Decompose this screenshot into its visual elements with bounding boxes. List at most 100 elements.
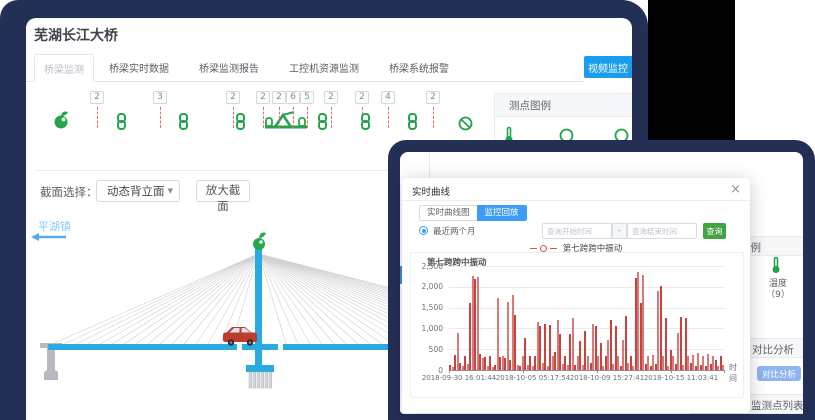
gridline bbox=[449, 328, 725, 329]
section-select-label: 截面选择： bbox=[40, 184, 98, 200]
bridge-sensor-cluster-icon[interactable] bbox=[263, 110, 309, 132]
points-list-label: 监测点列表 bbox=[751, 398, 804, 413]
secondary-window-frame: 测点图例 温度 （9） 对比分析 对比分析 监测点列表 实时曲线 × 实时曲线图… bbox=[388, 140, 815, 420]
vibration-bar bbox=[722, 365, 724, 370]
x-tick-label: 2018-10-15 11:03:41 bbox=[644, 374, 718, 382]
vibration-bar bbox=[572, 318, 574, 370]
chain-link-sensor-icon[interactable] bbox=[177, 113, 190, 130]
sensor-count-badge: 2 bbox=[355, 91, 369, 104]
y-tick-label: 500 bbox=[411, 345, 443, 354]
sensor-dash-line bbox=[433, 107, 434, 128]
main-tab-3[interactable]: 桥梁监测报告 bbox=[184, 54, 274, 81]
legend-line bbox=[550, 248, 557, 249]
y-tick-label: 1,500 bbox=[411, 303, 443, 312]
chart-plot-area bbox=[449, 266, 725, 371]
gridline bbox=[449, 308, 725, 309]
sensor-dash-line bbox=[293, 107, 294, 128]
screenshot-canvas: 芜湖长江大桥 桥梁监测桥梁实时数据桥梁监测报告工控机资源监测桥梁系统报警 视频监… bbox=[0, 0, 815, 420]
sensor-count-badge: 2 bbox=[324, 91, 338, 104]
sensor-count-badge: 2 bbox=[272, 91, 286, 104]
chain-link-sensor-icon[interactable] bbox=[234, 113, 247, 130]
sensor-dash-line bbox=[388, 107, 389, 128]
x-axis-tick bbox=[449, 370, 450, 373]
sensor-count-badge: 6 bbox=[286, 91, 300, 104]
close-icon[interactable]: × bbox=[730, 182, 741, 197]
gridline bbox=[449, 266, 725, 267]
sensor-count-badge: 3 bbox=[153, 91, 167, 104]
bridge-deck bbox=[48, 344, 237, 350]
legend-line bbox=[530, 248, 537, 249]
anemometer-icon[interactable] bbox=[53, 110, 71, 130]
tower-piles bbox=[249, 372, 272, 388]
modal-title: 实时曲线 bbox=[412, 184, 450, 198]
zoom-section-button[interactable]: 放大截面 bbox=[196, 180, 250, 202]
tower-top-sensor-icon[interactable] bbox=[253, 233, 266, 250]
chain-link-sensor-icon[interactable] bbox=[115, 113, 128, 130]
legend-panel-header: 测点图例 bbox=[494, 93, 632, 117]
modal-tab-1[interactable]: 实时曲线图 bbox=[419, 205, 477, 221]
sensor-count-badge: 2 bbox=[226, 91, 240, 104]
y-tick-label: 2,500 bbox=[411, 262, 443, 271]
y-tick-label: 1,000 bbox=[411, 324, 443, 333]
x-axis-tick bbox=[523, 370, 524, 373]
video-monitor-button[interactable]: 视频监控 bbox=[584, 56, 632, 78]
x-tick-label: 2018-09-30 16:01:44 bbox=[422, 374, 496, 382]
main-tabbar: 桥梁监测桥梁实时数据桥梁监测报告工控机资源监测桥梁系统报警 bbox=[26, 54, 584, 82]
x-tick-label: 2018-10-09 15:27:41 bbox=[570, 374, 644, 382]
radio-label: 最近两个月 bbox=[433, 225, 476, 237]
vibration-bar bbox=[665, 318, 667, 370]
chevron-down-icon: ▼ bbox=[168, 187, 173, 195]
temperature-count: （9） bbox=[758, 287, 798, 300]
bridge-tower bbox=[255, 248, 262, 371]
car-icon bbox=[223, 327, 257, 346]
content-divider bbox=[429, 152, 430, 178]
sensor-dash-line bbox=[97, 107, 98, 128]
gridline bbox=[449, 287, 725, 288]
last-two-months-radio[interactable] bbox=[419, 226, 428, 235]
main-tab-4[interactable]: 工控机资源监测 bbox=[274, 54, 374, 81]
page-title: 芜湖长江大桥 bbox=[34, 25, 118, 45]
sensor-dash-line bbox=[263, 107, 264, 128]
sensor-count-badge: 5 bbox=[300, 91, 314, 104]
main-tab-2[interactable]: 桥梁实时数据 bbox=[94, 54, 184, 81]
chain-link-sensor-icon[interactable] bbox=[406, 113, 419, 130]
vibration-bar bbox=[680, 317, 682, 370]
query-button[interactable]: 查询 bbox=[703, 223, 726, 239]
no-entry-icon[interactable] bbox=[458, 116, 473, 131]
query-end-time-input[interactable] bbox=[627, 223, 697, 239]
x-axis-tick bbox=[671, 370, 672, 373]
thermometer-icon[interactable] bbox=[769, 256, 783, 274]
main-tab-5[interactable]: 桥梁系统报警 bbox=[374, 54, 464, 81]
compare-header-label: 对比分析 bbox=[752, 342, 794, 357]
vibration-chart: 第七跨跨中振动 时间 2,5002,0001,5001,00050002018-… bbox=[410, 252, 744, 398]
chain-link-sensor-icon[interactable] bbox=[359, 113, 372, 130]
modal-header: 实时曲线 × bbox=[402, 178, 750, 201]
desktop-black-area bbox=[648, 0, 735, 141]
legend-panel-title: 测点图例 bbox=[509, 98, 551, 113]
main-tab-1[interactable]: 桥梁监测 bbox=[34, 54, 94, 82]
vibration-bar bbox=[514, 315, 516, 370]
x-axis-name: 时间 bbox=[729, 362, 743, 384]
sensor-dash-line bbox=[307, 107, 308, 128]
sensor-count-badge: 2 bbox=[90, 91, 104, 104]
modal-tab-2[interactable]: 监控回放 bbox=[477, 205, 527, 221]
vibration-bar bbox=[625, 316, 627, 371]
vibration-bar bbox=[642, 275, 644, 370]
vibration-bar bbox=[544, 324, 546, 370]
modal-tab-group: 实时曲线图监控回放 bbox=[419, 205, 527, 221]
chain-link-sensor-icon[interactable] bbox=[316, 113, 329, 130]
sensor-count-badge: 4 bbox=[381, 91, 395, 104]
secondary-window: 测点图例 温度 （9） 对比分析 对比分析 监测点列表 实时曲线 × 实时曲线图… bbox=[400, 152, 803, 414]
sensor-count-badge: 2 bbox=[426, 91, 440, 104]
bridge-deck bbox=[262, 344, 278, 350]
tower-footing bbox=[246, 365, 274, 372]
vibration-bar bbox=[610, 320, 612, 370]
query-start-time-input[interactable] bbox=[542, 223, 612, 239]
sensor-strip: 23222652242 bbox=[26, 88, 496, 140]
compare-analysis-button[interactable]: 对比分析 bbox=[757, 366, 801, 381]
sensor-dash-line bbox=[331, 107, 332, 128]
x-axis-tick bbox=[724, 370, 725, 373]
section-select-dropdown[interactable]: 动态背立面 ▼ bbox=[96, 180, 180, 202]
sensor-count-badge: 2 bbox=[256, 91, 270, 104]
legend-circle-marker bbox=[540, 245, 547, 252]
